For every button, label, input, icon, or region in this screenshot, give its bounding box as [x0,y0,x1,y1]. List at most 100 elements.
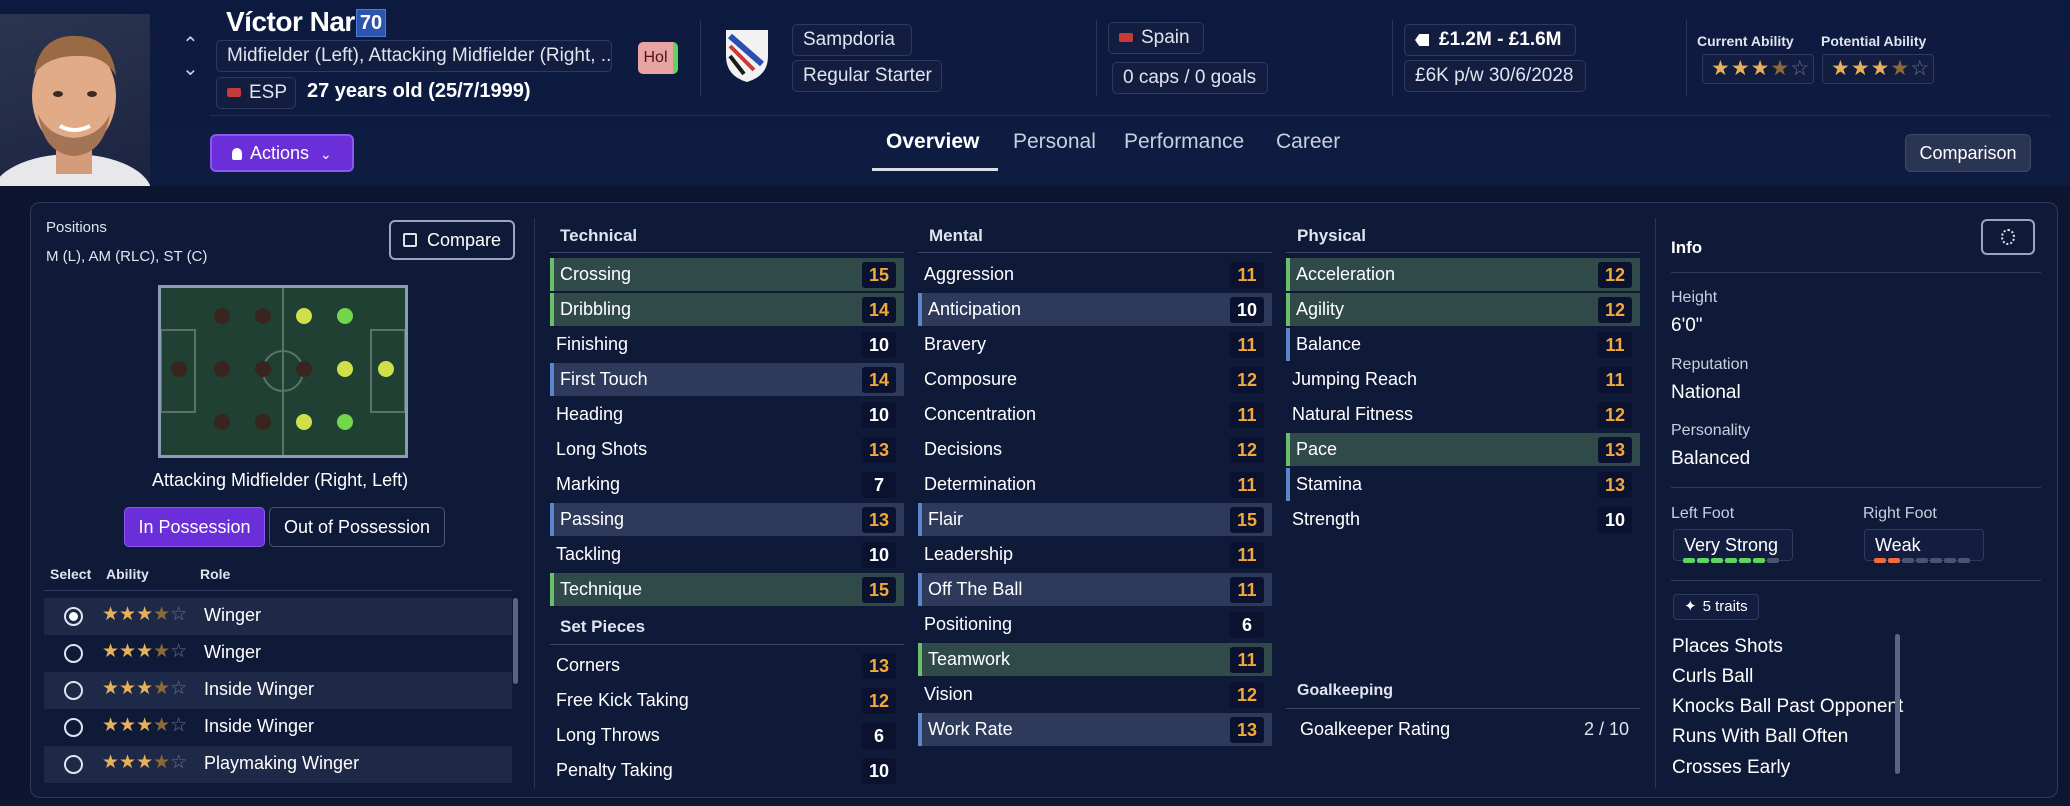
attribute-value: 13 [862,653,896,679]
attribute-row[interactable]: Natural Fitness 12 [1286,398,1640,431]
attribute-row[interactable]: Heading 10 [550,398,904,431]
attribute-row[interactable]: Balance 11 [1286,328,1640,361]
attribute-row[interactable]: Bravery 11 [918,328,1272,361]
role-row[interactable]: ★★★★☆ Inside Winger [44,709,512,746]
tab-career[interactable]: Career [1276,130,1340,154]
traits-scrollbar[interactable] [1895,634,1900,774]
attribute-row[interactable]: Aggression 11 [918,258,1272,291]
nation-chip[interactable]: Spain [1108,22,1204,54]
attribute-row[interactable]: Technique 15 [550,573,904,606]
attribute-name: Jumping Reach [1292,369,1418,389]
player-photo [0,14,150,186]
radio-icon[interactable] [64,755,83,774]
attribute-row[interactable]: Concentration 11 [918,398,1272,431]
tag-icon [1415,34,1429,46]
attribute-row[interactable]: Jumping Reach 11 [1286,363,1640,396]
compare-button[interactable]: Compare [389,220,515,260]
info-settings-button[interactable] [1981,219,2035,255]
attribute-value: 12 [1598,402,1632,428]
selected-position-label: Attacking Midfielder (Right, Left) [152,470,409,490]
divider [1671,580,2041,581]
tab-personal[interactable]: Personal [1013,130,1096,154]
role-row[interactable]: ★★★★☆ Playmaking Winger [44,746,512,783]
attribute-row[interactable]: Long Throws 6 [550,719,904,752]
attribute-row[interactable]: Acceleration 12 [1286,258,1640,291]
attribute-value: 11 [1230,402,1264,428]
attribute-row[interactable]: Teamwork 11 [918,643,1272,676]
attribute-row[interactable]: First Touch 14 [550,363,904,396]
flag-icon [227,88,241,98]
player-rating-badge: 70 [356,9,386,37]
out-of-possession-button[interactable]: Out of Possession [269,507,445,547]
position-dot [255,308,271,324]
role-row[interactable]: ★★★★☆ Winger [44,635,512,672]
attribute-row[interactable]: Positioning 6 [918,608,1272,641]
attribute-row[interactable]: Off The Ball 11 [918,573,1272,606]
attribute-row[interactable]: Pace 13 [1286,433,1640,466]
in-possession-button[interactable]: In Possession [124,507,265,547]
attribute-row[interactable]: Flair 15 [918,503,1272,536]
positions-value: M (L), AM (RLC), ST (C) [46,248,208,265]
role-name: Playmaking Winger [204,753,360,773]
attribute-row[interactable]: Finishing 10 [550,328,904,361]
radio-icon[interactable] [64,718,83,737]
divider [1392,20,1393,96]
attribute-row[interactable]: Determination 11 [918,468,1272,501]
attribute-row[interactable]: Agility 12 [1286,293,1640,326]
attribute-value: 12 [862,688,896,714]
attribute-row[interactable]: Crossing 15 [550,258,904,291]
role-row[interactable]: ★★★★☆ Inside Winger [44,672,512,709]
attribute-row[interactable]: Composure 12 [918,363,1272,396]
attribute-value: 13 [1230,717,1264,743]
tab-overview[interactable]: Overview [886,130,979,154]
traits-count: 5 traits [1702,598,1748,615]
divider [550,644,904,645]
role-name: Inside Winger [204,716,315,736]
attribute-row[interactable]: Long Shots 13 [550,433,904,466]
attribute-row[interactable]: Decisions 12 [918,433,1272,466]
actions-button[interactable]: Actions ⌄ [210,134,354,172]
attribute-name: Acceleration [1296,264,1396,284]
attribute-row[interactable]: Tackling 10 [550,538,904,571]
reputation-value: National [1671,382,1741,403]
attribute-name: Determination [924,474,1037,494]
foot-strength-segment [1697,558,1709,563]
radio-icon[interactable] [64,644,83,663]
attribute-name: Agility [1296,299,1345,319]
divider [1671,487,2041,488]
attribute-name: Dribbling [560,299,632,319]
attribute-row[interactable]: Vision 12 [918,678,1272,711]
attribute-name: Concentration [924,404,1037,424]
attribute-row[interactable]: Passing 13 [550,503,904,536]
club-badge-icon [722,26,772,89]
attribute-value: 11 [1598,332,1632,358]
player-age: 27 years old (25/7/1999) [307,80,531,102]
attribute-row[interactable]: Strength 10 [1286,503,1640,536]
attribute-row[interactable]: Stamina 13 [1286,468,1640,501]
player-positions: Midfielder (Left), Attacking Midfielder … [216,40,612,72]
goalkeeper-rating-label: Goalkeeper Rating [1300,719,1451,739]
radio-selected-icon[interactable] [64,607,83,626]
attribute-row[interactable]: Free Kick Taking 12 [550,684,904,717]
attribute-name: Balance [1296,334,1362,354]
attribute-row[interactable]: Leadership 11 [918,538,1272,571]
attribute-row[interactable]: Anticipation 10 [918,293,1272,326]
attribute-row[interactable]: Marking 7 [550,468,904,501]
potential-ability-stars: ★★★★☆ [1822,54,1934,84]
radio-icon[interactable] [64,681,83,700]
current-ability-stars: ★★★★☆ [1702,54,1814,84]
trait-item: Runs With Ball Often [1672,726,1849,747]
traits-badge[interactable]: ✦ 5 traits [1673,594,1759,620]
roles-scrollbar[interactable] [513,598,518,684]
club-name[interactable]: Sampdoria [792,24,912,56]
role-row[interactable]: ★★★★☆ Winger [44,598,512,635]
previous-player-icon[interactable]: ⌃ [182,32,199,57]
attribute-row[interactable]: Penalty Taking 10 [550,754,904,787]
next-player-icon[interactable]: ⌄ [182,56,199,81]
hol-badge[interactable]: Hol [638,42,678,74]
attribute-row[interactable]: Dribbling 14 [550,293,904,326]
attribute-row[interactable]: Corners 13 [550,649,904,682]
attribute-row[interactable]: Work Rate 13 [918,713,1272,746]
tab-performance[interactable]: Performance [1124,130,1244,154]
comparison-button[interactable]: Comparison [1905,134,2031,172]
